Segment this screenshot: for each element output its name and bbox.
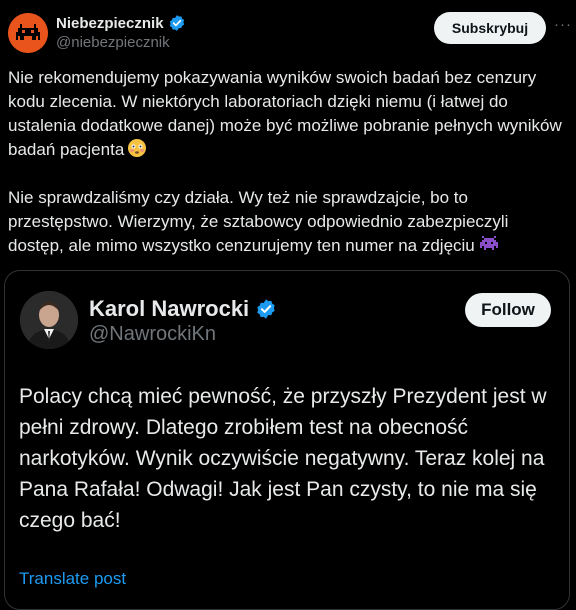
flushed-face-emoji bbox=[128, 139, 147, 157]
person-photo bbox=[20, 291, 78, 349]
quoted-author-name-row: Karol Nawrocki bbox=[89, 295, 277, 323]
author-handle[interactable]: @niebezpiecznik bbox=[56, 34, 186, 51]
follow-button[interactable]: Follow bbox=[465, 293, 551, 327]
verified-badge-icon bbox=[257, 299, 275, 319]
subscribe-button[interactable]: Subskrybuj bbox=[434, 12, 546, 44]
avatar[interactable] bbox=[8, 13, 48, 53]
author-name[interactable]: Niebezpiecznik bbox=[56, 15, 164, 32]
tweet-paragraph-text: Nie rekomendujemy pokazywania wyników sw… bbox=[8, 68, 562, 159]
logo-icon bbox=[8, 13, 48, 53]
tweet-paragraph: Nie rekomendujemy pokazywania wyników sw… bbox=[8, 66, 564, 162]
author-block[interactable]: Niebezpiecznik @niebezpiecznik bbox=[56, 13, 186, 51]
more-icon[interactable]: ··· bbox=[552, 16, 574, 40]
author-name-row: Niebezpiecznik bbox=[56, 13, 186, 33]
tweet-header: Niebezpiecznik @niebezpiecznik Subskrybu… bbox=[0, 0, 576, 64]
tweet-paragraph-text: Nie sprawdzaliśmy czy działa. Wy też nie… bbox=[8, 188, 509, 255]
tweet-paragraph: Nie sprawdzaliśmy czy działa. Wy też nie… bbox=[8, 186, 564, 258]
verified-badge-icon bbox=[169, 15, 184, 31]
quoted-author-handle[interactable]: @NawrockiKn bbox=[89, 323, 216, 346]
quoted-tweet[interactable]: Karol Nawrocki @NawrockiKn Follow Polacy… bbox=[4, 270, 570, 610]
tweet-body: Nie rekomendujemy pokazywania wyników sw… bbox=[8, 66, 564, 258]
alien-monster-emoji bbox=[479, 236, 498, 250]
quoted-author-name[interactable]: Karol Nawrocki bbox=[89, 296, 249, 322]
translate-post-link[interactable]: Translate post bbox=[19, 569, 126, 589]
quoted-tweet-text: Polacy chcą mieć pewność, że przyszły Pr… bbox=[19, 385, 547, 532]
quoted-avatar[interactable] bbox=[20, 291, 78, 349]
